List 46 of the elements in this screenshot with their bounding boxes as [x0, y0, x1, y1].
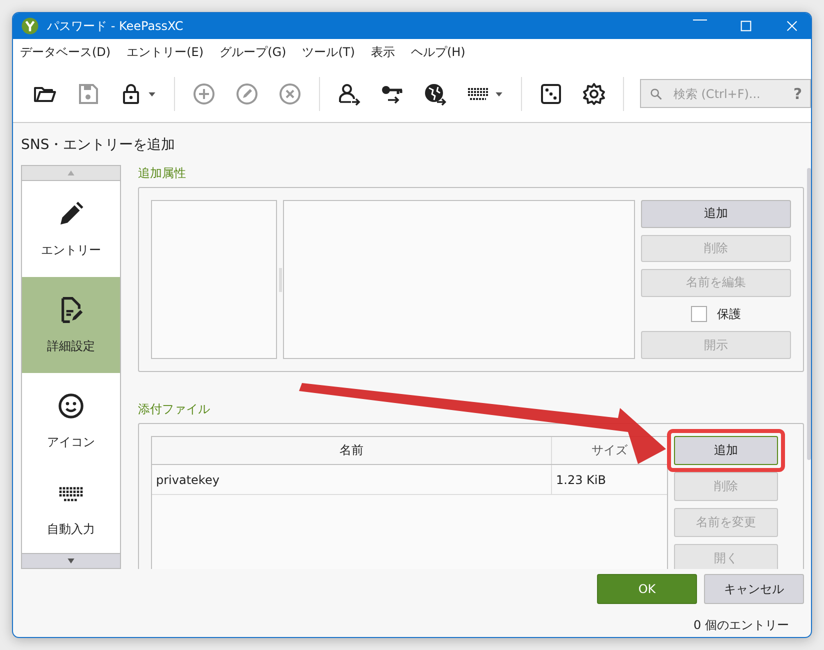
window-title: パスワード - KeePassXC	[47, 18, 184, 34]
x-circle-icon	[278, 82, 302, 106]
sidebar-item[interactable]: エントリー	[22, 181, 120, 277]
button[interactable]: 追加	[641, 200, 791, 228]
search-icon	[649, 86, 664, 100]
pencil-circle-icon	[234, 82, 259, 106]
user-arrow-icon	[336, 82, 361, 106]
menu-item[interactable]: ツール(T)	[302, 44, 355, 60]
table-cell[interactable]: privatekey	[152, 465, 552, 494]
column-header[interactable]: サイズ	[592, 442, 628, 459]
section-title: 追加属性	[138, 165, 187, 182]
dice-icon	[538, 82, 563, 106]
column-header[interactable]: 名前	[340, 442, 364, 459]
search-field[interactable]: 検索 (Ctrl+F)... ?	[640, 79, 811, 108]
checkbox-label: 保護	[717, 306, 741, 323]
smiley-icon	[57, 392, 85, 420]
ok-button[interactable]: OK	[597, 574, 697, 604]
menu-item[interactable]: ヘルプ(H)	[410, 44, 466, 60]
table-cell[interactable]: 1.23 KiB	[552, 465, 667, 494]
menu-item[interactable]: 表示	[370, 44, 395, 60]
page-title: SNS・エントリーを追加	[21, 136, 176, 155]
app-logo-icon	[21, 17, 39, 35]
splitter-handle[interactable]	[279, 268, 282, 292]
menu-item[interactable]: グループ(G)	[220, 44, 286, 60]
menu-item[interactable]: データベース(D)	[20, 44, 111, 60]
status-text: 0 個のエントリー	[694, 617, 789, 634]
key-list[interactable]	[151, 200, 277, 359]
maximize-icon	[739, 19, 753, 33]
up-arrow-icon	[66, 168, 76, 178]
settings-icon	[582, 82, 606, 106]
menu-item[interactable]: エントリー(E)	[126, 44, 204, 60]
section-title: 添付ファイル	[138, 401, 211, 418]
down-arrow-icon	[66, 556, 76, 566]
minimize-icon	[693, 19, 707, 21]
close-icon	[785, 19, 799, 33]
button[interactable]: 追加	[674, 436, 778, 465]
sidebar-item[interactable]: アイコン	[22, 373, 120, 469]
sidebar-item[interactable]: 詳細設定	[22, 277, 120, 373]
checkbox[interactable]	[691, 306, 707, 322]
scroll-up-button[interactable]	[22, 166, 120, 181]
help-button[interactable]: ?	[793, 84, 802, 102]
sidebar-item[interactable]: 自動入力	[22, 469, 120, 548]
save-icon	[76, 82, 100, 106]
plus-circle-icon	[192, 82, 216, 106]
scrollbar[interactable]	[807, 168, 811, 460]
cancel-button[interactable]: キャンセル	[704, 574, 804, 604]
